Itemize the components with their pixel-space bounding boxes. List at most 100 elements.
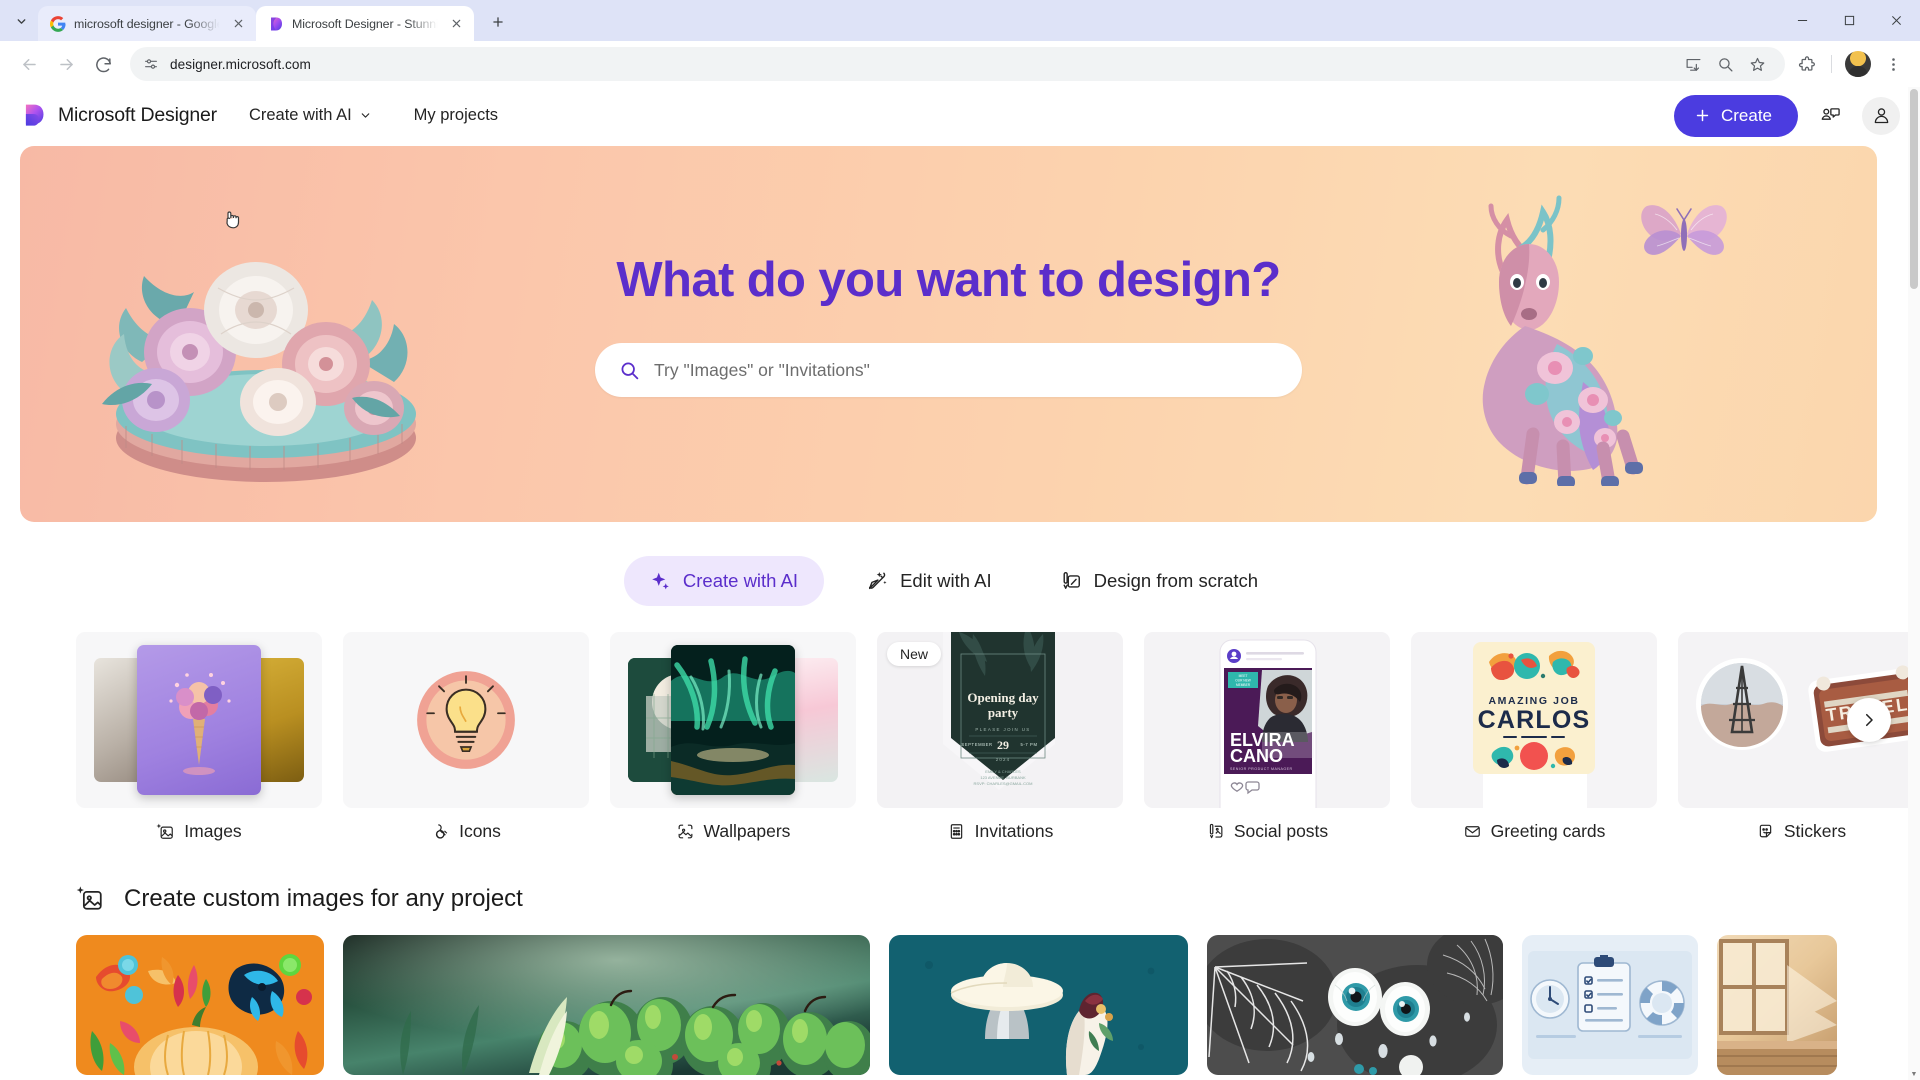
tab-design-from-scratch[interactable]: Design from scratch: [1034, 556, 1285, 606]
minimize-icon[interactable]: [1779, 0, 1826, 41]
back-icon[interactable]: [12, 47, 46, 81]
svg-text:PLEASE JOIN US: PLEASE JOIN US: [975, 727, 1030, 732]
zoom-icon[interactable]: [1710, 49, 1740, 79]
category-thumb: [343, 632, 589, 808]
browser-tab-2[interactable]: Microsoft Designer - Stunning: [256, 6, 474, 41]
svg-text:123 AVENUE, BURBANK: 123 AVENUE, BURBANK: [980, 775, 1026, 780]
gallery-item-sunlit-window[interactable]: [1717, 935, 1837, 1075]
svg-text:2024: 2024: [996, 757, 1011, 762]
gallery-item-green-fruits[interactable]: [343, 935, 870, 1075]
toolbar-divider: [1831, 55, 1832, 73]
category-thumb: [610, 632, 856, 808]
gallery-item-spiderweb-eyeballs[interactable]: [1207, 935, 1503, 1075]
sticker-icon: [1756, 822, 1775, 841]
create-button-label: Create: [1720, 105, 1772, 125]
new-tab-button[interactable]: [481, 5, 515, 39]
app-header: Microsoft Designer Create with AI My pro…: [0, 87, 1920, 144]
wallpaper-icon: [676, 822, 695, 841]
category-label: Invitations: [974, 821, 1054, 841]
category-card-social-posts[interactable]: MEET OUR NEW MEMBER ELVIRA CANO SENIOR P…: [1144, 632, 1390, 842]
category-label: Images: [184, 821, 242, 841]
category-thumb: MEET OUR NEW MEMBER ELVIRA CANO SENIOR P…: [1144, 632, 1390, 808]
close-icon[interactable]: [447, 14, 466, 33]
category-carousel: Images Icons Wallpapers New Opening day …: [0, 632, 1920, 842]
category-card-stickers[interactable]: TRAVEL: [1678, 632, 1920, 842]
svg-text:party: party: [988, 705, 1019, 720]
carousel-next-button[interactable]: [1847, 698, 1891, 742]
maximize-icon[interactable]: [1826, 0, 1873, 41]
reload-icon[interactable]: [86, 47, 120, 81]
tab-edit-with-ai[interactable]: Edit with AI: [840, 556, 1018, 606]
address-bar[interactable]: designer.microsoft.com: [130, 47, 1785, 81]
tabstrip-drag-area: [515, 40, 1920, 41]
extensions-icon[interactable]: [1792, 49, 1822, 79]
tab-search-chevron-icon[interactable]: [4, 4, 38, 38]
scroll-down-icon[interactable]: ▼: [1908, 1068, 1920, 1080]
category-label-row: Greeting cards: [1411, 821, 1657, 842]
category-label: Wallpapers: [703, 821, 791, 841]
category-label-row: Stickers: [1678, 821, 1920, 842]
search-icon: [619, 360, 640, 381]
svg-text:SEPTEMBER: SEPTEMBER: [961, 742, 992, 747]
hero-search-box[interactable]: [595, 343, 1302, 397]
page-scrollbar[interactable]: ▲ ▼: [1908, 87, 1920, 1080]
install-icon[interactable]: [1678, 49, 1708, 79]
forward-icon[interactable]: [49, 47, 83, 81]
tab-edit-with-ai-label: Edit with AI: [900, 570, 992, 591]
category-card-greeting-cards[interactable]: AMAZING JOB CARLOS Greeting cards: [1411, 632, 1657, 842]
feedback-icon[interactable]: [1811, 97, 1849, 135]
category-label-row: Icons: [343, 821, 589, 842]
bookmark-star-icon[interactable]: [1742, 49, 1772, 79]
brand-name: Microsoft Designer: [58, 104, 217, 126]
category-card-wallpapers[interactable]: Wallpapers: [610, 632, 856, 842]
svg-text:EMILY & CHARLES: EMILY & CHARLES: [985, 769, 1021, 774]
browser-toolbar: designer.microsoft.com: [0, 41, 1920, 87]
gallery-item-halloween[interactable]: [76, 935, 324, 1075]
tab-create-with-ai-label: Create with AI: [682, 570, 799, 591]
nav-create-with-ai[interactable]: Create with AI: [239, 98, 382, 133]
header-actions: Create: [1673, 94, 1900, 137]
brand[interactable]: Microsoft Designer: [22, 103, 217, 128]
designer-logo-icon: [22, 103, 47, 128]
mode-tabs: Create with AI Edit with AI Design from …: [0, 556, 1908, 606]
nav-my-projects[interactable]: My projects: [404, 98, 508, 133]
category-label-row: Invitations: [877, 821, 1123, 842]
sparkle-icon: [650, 571, 671, 592]
account-icon[interactable]: [1862, 96, 1900, 135]
profile-avatar[interactable]: [1845, 51, 1871, 77]
gallery-item-sombrero[interactable]: [889, 935, 1188, 1075]
category-card-invitations[interactable]: New Opening day party PLEASE JOIN US SEP…: [877, 632, 1123, 842]
scrollbar-thumb[interactable]: [1910, 89, 1918, 289]
svg-text:MEMBER: MEMBER: [1236, 683, 1251, 687]
nav-my-projects-label: My projects: [413, 106, 499, 124]
svg-text:MEET: MEET: [1239, 674, 1248, 678]
designer-icon: [267, 15, 284, 32]
category-label-row: Social posts: [1144, 821, 1390, 842]
chrome-menu-icon[interactable]: [1878, 49, 1908, 79]
tab-create-with-ai[interactable]: Create with AI: [623, 556, 825, 606]
browser-tab-title: Microsoft Designer - Stunning: [292, 16, 439, 31]
url-text: designer.microsoft.com: [170, 56, 311, 72]
search-input[interactable]: [654, 359, 1278, 381]
category-label-row: Images: [76, 821, 322, 842]
svg-text:OUR NEW: OUR NEW: [1235, 679, 1250, 683]
plus-icon: [1694, 107, 1711, 124]
page-scroll-area: What do you want to design? Crea: [0, 144, 1920, 1080]
svg-text:Opening day: Opening day: [967, 690, 1039, 705]
category-thumb: [76, 632, 322, 808]
window-controls: [1779, 0, 1920, 41]
close-window-icon[interactable]: [1873, 0, 1920, 41]
close-icon[interactable]: [229, 14, 248, 33]
browser-tab-1[interactable]: microsoft designer - Google Se: [38, 6, 256, 41]
category-label: Social posts: [1233, 821, 1329, 841]
site-settings-icon[interactable]: [143, 56, 159, 72]
designer-app: Microsoft Designer Create with AI My pro…: [0, 87, 1920, 1080]
gallery-item-clipboard-infographic[interactable]: [1522, 935, 1698, 1075]
icons-icon: [431, 822, 450, 841]
nav-create-with-ai-label: Create with AI: [248, 106, 352, 124]
category-label: Greeting cards: [1490, 821, 1606, 841]
create-button[interactable]: Create: [1673, 94, 1798, 137]
chevron-down-icon: [359, 109, 372, 122]
category-card-images[interactable]: Images: [76, 632, 322, 842]
category-card-icons[interactable]: Icons: [343, 632, 589, 842]
